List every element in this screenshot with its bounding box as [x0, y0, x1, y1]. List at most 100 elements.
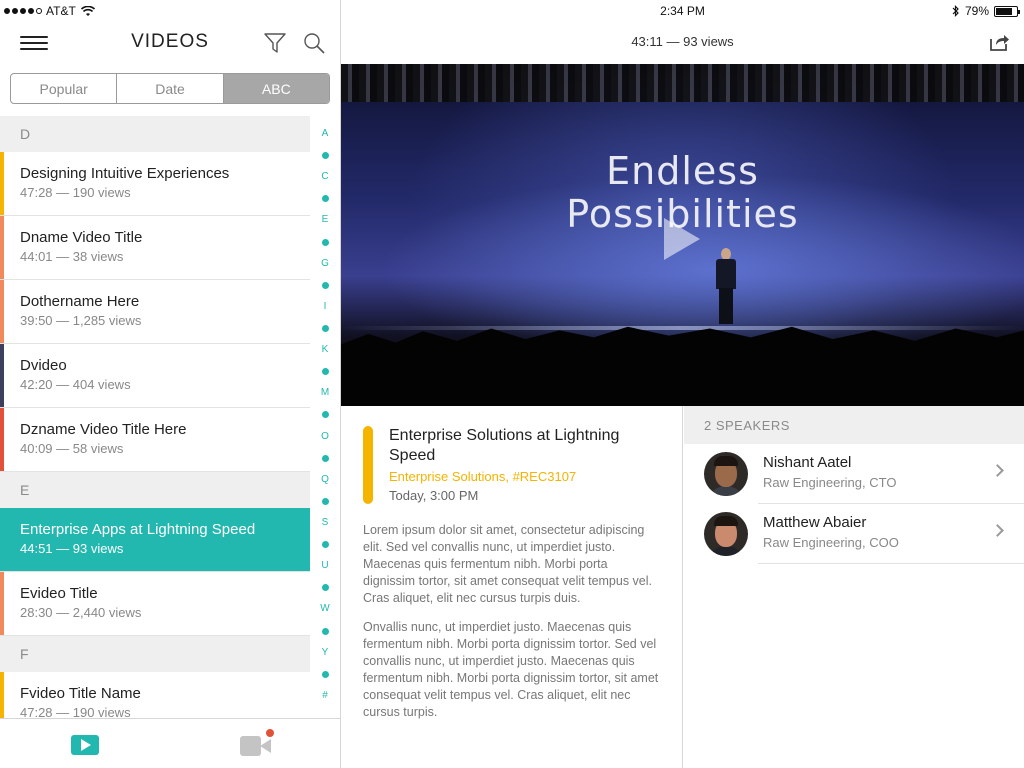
index-letter[interactable]: O	[321, 431, 329, 443]
video-detail: Enterprise Solutions at Lightning Speed …	[341, 406, 683, 768]
video-item-title: Dothername Here	[20, 293, 140, 310]
video-title: Enterprise Solutions at Lightning Speed	[389, 427, 620, 464]
index-dot[interactable]	[321, 195, 329, 203]
index-dot[interactable]	[321, 368, 329, 376]
sort-tab-popular[interactable]: Popular	[11, 74, 118, 103]
video-list-item[interactable]: Dzname Video Title Here 40:09 — 58 views	[0, 408, 310, 472]
video-tags-link[interactable]: Enterprise Solutions, #REC3107	[389, 469, 576, 484]
video-list-pane: AT&T VIDEOS Popular Date ABC D Designing In…	[0, 0, 341, 768]
index-dot[interactable]	[321, 497, 329, 505]
bluetooth-icon	[952, 5, 959, 17]
index-letter[interactable]: C	[321, 171, 328, 183]
share-icon[interactable]	[988, 31, 1010, 53]
index-letter[interactable]: Q	[321, 474, 329, 486]
video-list-item[interactable]: Dname Video Title 44:01 — 38 views	[0, 216, 310, 280]
index-dot[interactable]	[321, 238, 329, 246]
play-icon[interactable]	[664, 218, 700, 260]
notification-dot	[266, 729, 274, 737]
video-camera-icon[interactable]	[240, 729, 274, 756]
index-letter[interactable]: Y	[322, 647, 329, 659]
carrier-name: AT&T	[46, 4, 76, 18]
speaker-role: Raw Engineering, COO	[763, 535, 899, 550]
category-color-bar	[0, 572, 4, 635]
video-player[interactable]: Endless Possibilities	[341, 64, 1024, 406]
presenter-figure	[714, 248, 738, 324]
list-header: VIDEOS	[0, 24, 340, 60]
video-list-item[interactable]: Designing Intuitive Experiences 47:28 — 1…	[0, 152, 310, 216]
index-letter[interactable]: M	[321, 387, 329, 399]
category-color-bar	[0, 344, 4, 407]
index-dot[interactable]	[321, 411, 329, 419]
video-item-title: Fvideo Title Name	[20, 685, 141, 702]
index-dot[interactable]	[321, 541, 329, 549]
battery-percent: 79%	[964, 4, 989, 18]
chevron-right-icon	[991, 524, 1004, 537]
index-letter[interactable]: #	[322, 690, 328, 702]
video-item-meta: 39:50 — 1,285 views	[20, 313, 142, 328]
category-accent-bar	[363, 426, 373, 504]
index-dot[interactable]	[321, 584, 329, 592]
category-color-bar	[0, 508, 4, 571]
sort-segmented-control: Popular Date ABC	[10, 73, 330, 104]
video-item-meta: 44:51 — 93 views	[20, 541, 124, 556]
speaker-name: Nishant Aatel	[763, 454, 852, 471]
speaker-name: Matthew Abaier	[763, 514, 867, 531]
video-list-item[interactable]: Enterprise Apps at Lightning Speed 44:51 …	[0, 508, 310, 572]
index-letter[interactable]: W	[320, 603, 329, 615]
video-item-meta: 47:28 — 190 views	[20, 185, 131, 200]
video-description: Lorem ipsum dolor sit amet, consectetur …	[363, 522, 663, 733]
speaker-row[interactable]: Matthew Abaier Raw Engineering, COO	[684, 504, 1024, 564]
status-bar-right: 2:34 PM 79%	[341, 2, 1024, 20]
speakers-panel: 2 SPEAKERS Nishant Aatel Raw Engineering,…	[684, 406, 1024, 768]
avatar-shoulders	[706, 546, 746, 556]
video-list-item[interactable]: Fvideo Title Name 47:28 — 190 views	[0, 672, 310, 718]
avatar-hair	[714, 456, 738, 466]
index-dot[interactable]	[321, 454, 329, 462]
page-title: VIDEOS	[131, 31, 209, 52]
video-list-item[interactable]: Evideo Title 28:30 — 2,440 views	[0, 572, 310, 636]
section-header: F	[0, 636, 310, 672]
alphabet-index[interactable]: A C E G I K M O Q S U W Y #	[312, 128, 338, 702]
video-item-title: Designing Intuitive Experiences	[20, 165, 230, 182]
duration-views: 43:11 — 93 views	[631, 34, 734, 49]
speaker-role: Raw Engineering, CTO	[763, 475, 897, 490]
wifi-icon	[80, 5, 95, 16]
video-item-title: Dname Video Title	[20, 229, 143, 246]
index-letter[interactable]: I	[324, 301, 327, 313]
index-letter[interactable]: K	[322, 344, 329, 356]
video-item-meta: 28:30 — 2,440 views	[20, 605, 142, 620]
stage-lighting-rig	[341, 64, 1024, 102]
divider	[758, 563, 1024, 564]
speakers-header: 2 SPEAKERS	[684, 406, 1024, 444]
video-item-title: Enterprise Apps at Lightning Speed	[20, 521, 256, 538]
index-letter[interactable]: A	[322, 128, 329, 140]
video-item-title: Dvideo	[20, 357, 67, 374]
index-dot[interactable]	[321, 670, 329, 678]
video-list-item[interactable]: Dothername Here 39:50 — 1,285 views	[0, 280, 310, 344]
tab-bar	[0, 718, 340, 768]
index-dot[interactable]	[321, 324, 329, 332]
search-icon[interactable]	[302, 31, 326, 55]
status-time: 2:34 PM	[660, 4, 705, 18]
sort-tab-abc[interactable]: ABC	[223, 74, 329, 103]
index-dot[interactable]	[321, 281, 329, 289]
index-letter[interactable]: S	[322, 517, 329, 529]
speaker-row[interactable]: Nishant Aatel Raw Engineering, CTO	[684, 444, 1024, 504]
index-letter[interactable]: E	[322, 214, 329, 226]
index-dot[interactable]	[321, 152, 329, 160]
category-color-bar	[0, 152, 4, 215]
sort-tab-date[interactable]: Date	[117, 74, 224, 103]
play-video-icon[interactable]	[71, 735, 99, 755]
player-header: 43:11 — 93 views	[341, 24, 1024, 64]
filter-icon[interactable]	[263, 31, 287, 55]
index-letter[interactable]: U	[321, 560, 328, 572]
video-item-meta: 44:01 — 38 views	[20, 249, 124, 264]
video-list-item[interactable]: Dvideo 42:20 — 404 views	[0, 344, 310, 408]
section-header: D	[0, 116, 310, 152]
avatar-shoulders	[706, 486, 746, 496]
description-paragraph: Onvallis nunc, ut imperdiet justo. Maece…	[363, 620, 659, 719]
category-color-bar	[0, 408, 4, 471]
avatar	[704, 512, 748, 556]
index-dot[interactable]	[321, 627, 329, 635]
index-letter[interactable]: G	[321, 258, 329, 270]
